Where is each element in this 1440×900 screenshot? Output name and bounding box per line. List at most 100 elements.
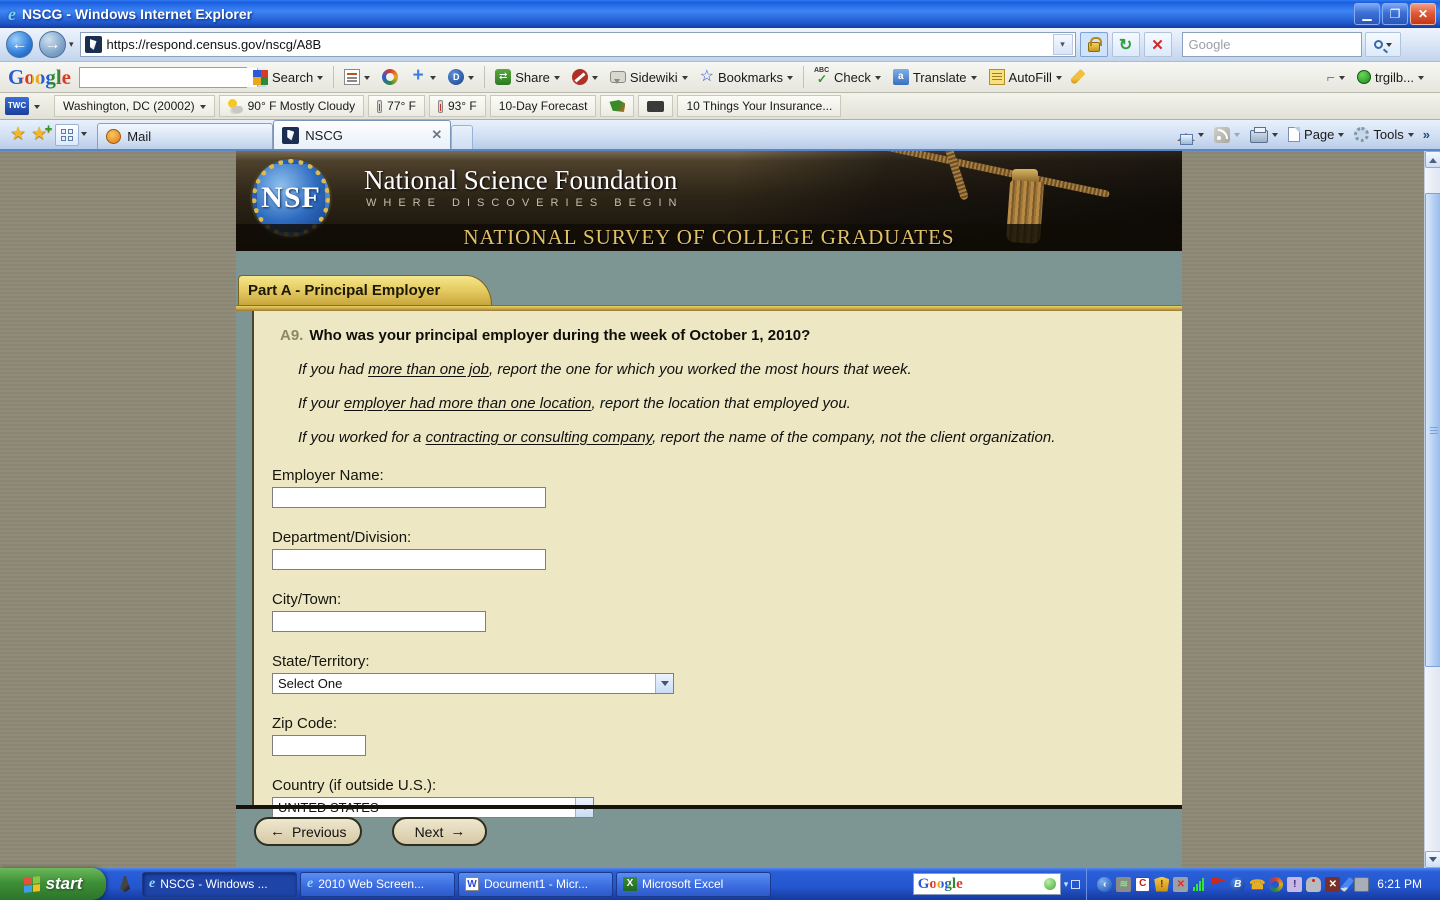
tray-flag-icon[interactable]: [1211, 877, 1226, 892]
current-conditions[interactable]: 90° F Mostly Cloudy: [219, 95, 365, 117]
settings-dropdown-icon[interactable]: [1339, 76, 1345, 83]
bookmarks-dropdown-icon[interactable]: [787, 76, 793, 83]
popup-dropdown-icon[interactable]: [592, 76, 598, 83]
browser-search-input[interactable]: [1183, 33, 1361, 56]
url-dropdown-icon[interactable]: ▾: [1053, 34, 1073, 55]
google-desktop-search[interactable]: Google: [913, 873, 1061, 895]
twc-logo[interactable]: TWC: [5, 97, 29, 115]
page-dropdown-icon[interactable]: [1338, 133, 1344, 140]
tray-display-icon[interactable]: [1354, 877, 1369, 892]
security-lock-button[interactable]: [1080, 32, 1108, 57]
task-nscg[interactable]: e NSCG - Windows ...: [142, 872, 297, 897]
close-button[interactable]: ✕: [1410, 3, 1436, 25]
address-input[interactable]: https://respond.census.gov/nscg/A8B ▾: [80, 32, 1076, 57]
stop-button[interactable]: ✕: [1144, 32, 1172, 57]
tools-dropdown-icon[interactable]: [1408, 133, 1414, 140]
tools-menu-button[interactable]: Tools: [1349, 127, 1418, 142]
tray-google-icon[interactable]: [1268, 877, 1283, 892]
print-button[interactable]: [1245, 127, 1283, 143]
search-options-icon[interactable]: [1386, 43, 1392, 50]
tray-audio-icon[interactable]: ≋: [1116, 877, 1131, 892]
start-button[interactable]: start: [0, 868, 106, 900]
toolbar-overflow-icon[interactable]: »: [1423, 127, 1430, 142]
previous-button[interactable]: ← Previous: [254, 817, 362, 846]
tray-virus-scan-icon[interactable]: ✕: [1325, 877, 1340, 892]
location-dropdown-icon[interactable]: [200, 105, 206, 112]
spellcheck-button[interactable]: Check: [808, 64, 887, 90]
dell-dropdown-icon[interactable]: [468, 76, 474, 83]
sidewiki-button[interactable]: Sidewiki: [604, 64, 694, 90]
favorites-star-icon[interactable]: ★: [10, 123, 26, 144]
department-field[interactable]: [272, 549, 546, 570]
google-search-button[interactable]: Search: [247, 64, 329, 90]
home-button[interactable]: [1172, 126, 1209, 144]
popup-blocker-button[interactable]: [566, 64, 604, 90]
url-text[interactable]: https://respond.census.gov/nscg/A8B: [107, 37, 1053, 52]
sidewiki-dropdown-icon[interactable]: [682, 76, 688, 83]
page-menu-button[interactable]: Page: [1283, 127, 1349, 142]
search-dropdown-icon[interactable]: [317, 76, 323, 83]
share-button[interactable]: ⇄ Share: [489, 64, 566, 90]
state-select-button[interactable]: [655, 674, 673, 693]
task-excel[interactable]: X Microsoft Excel: [616, 872, 771, 897]
employer-name-field[interactable]: [272, 487, 546, 508]
zip-field[interactable]: [272, 735, 366, 756]
map-button[interactable]: [600, 95, 634, 117]
translate-dropdown-icon[interactable]: [971, 76, 977, 83]
back-button[interactable]: ←: [6, 31, 33, 58]
refresh-button[interactable]: ↻: [1112, 32, 1140, 57]
tray-bluetooth-icon[interactable]: B: [1230, 877, 1245, 892]
tab-list-dropdown-icon[interactable]: [81, 132, 87, 139]
tab-mail[interactable]: Mail: [97, 123, 273, 149]
search-go-button[interactable]: [1365, 32, 1401, 57]
print-dropdown-icon[interactable]: [1272, 133, 1278, 140]
share-dropdown-icon[interactable]: [554, 76, 560, 83]
google-wave-button[interactable]: [376, 64, 404, 90]
quick-tabs-button[interactable]: [55, 124, 79, 146]
temp-now[interactable]: 77° F: [368, 95, 425, 117]
location-selector[interactable]: Washington, DC (20002): [54, 95, 215, 117]
vertical-scrollbar[interactable]: [1424, 151, 1440, 868]
history-dropdown-icon[interactable]: ▾: [69, 39, 74, 50]
translate-button[interactable]: a Translate: [887, 64, 983, 90]
scroll-up-button[interactable]: [1425, 151, 1440, 168]
tab-nscg-active[interactable]: NSCG ✕: [273, 120, 451, 149]
tray-copyright-icon[interactable]: C: [1135, 877, 1150, 892]
add-gadget-button[interactable]: +: [404, 64, 442, 90]
desktop-search-dropdown-icon[interactable]: ▾: [1064, 879, 1069, 890]
close-tab-icon[interactable]: ✕: [431, 127, 442, 143]
tray-alert-icon[interactable]: !: [1287, 877, 1302, 892]
toolbar-settings-button[interactable]: ⌐: [1321, 64, 1351, 90]
minimize-button[interactable]: ▁: [1354, 3, 1380, 25]
tray-network-disconnected-icon[interactable]: ✕: [1173, 877, 1188, 892]
new-tab-stub[interactable]: [451, 125, 473, 149]
tray-pen-icon[interactable]: [1340, 876, 1354, 891]
google-search-box[interactable]: [79, 67, 247, 88]
task-web-screen[interactable]: e 2010 Web Screen...: [300, 872, 455, 897]
highlighter-button[interactable]: [1068, 64, 1087, 90]
state-select[interactable]: Select One: [272, 673, 674, 694]
news-button[interactable]: [338, 64, 376, 90]
account-button[interactable]: trgilb...: [1351, 64, 1430, 90]
headline-link[interactable]: 10 Things Your Insurance...: [677, 95, 841, 117]
quick-launch-pen-icon[interactable]: [120, 876, 130, 892]
autofill-dropdown-icon[interactable]: [1056, 76, 1062, 83]
gadget-dropdown-icon[interactable]: [430, 76, 436, 83]
check-dropdown-icon[interactable]: [875, 76, 881, 83]
scrollbar-thumb[interactable]: [1425, 193, 1440, 667]
restore-button[interactable]: ❐: [1382, 3, 1408, 25]
tray-signal-icon[interactable]: [1192, 877, 1207, 892]
next-button[interactable]: Next →: [392, 817, 487, 846]
tray-phone-icon[interactable]: ☎: [1249, 877, 1264, 892]
account-dropdown-icon[interactable]: [1418, 76, 1424, 83]
browser-search-box[interactable]: [1182, 32, 1362, 57]
forward-button[interactable]: →: [39, 31, 66, 58]
add-favorite-icon[interactable]: ★: [31, 123, 47, 144]
forecast-button[interactable]: 10-Day Forecast: [490, 95, 597, 117]
twc-dropdown-icon[interactable]: [34, 105, 40, 112]
city-field[interactable]: [272, 611, 486, 632]
home-dropdown-icon[interactable]: [1198, 133, 1204, 140]
scroll-down-button[interactable]: [1425, 851, 1440, 868]
desktop-search-box-icon[interactable]: [1071, 880, 1080, 889]
video-button[interactable]: [638, 95, 673, 117]
